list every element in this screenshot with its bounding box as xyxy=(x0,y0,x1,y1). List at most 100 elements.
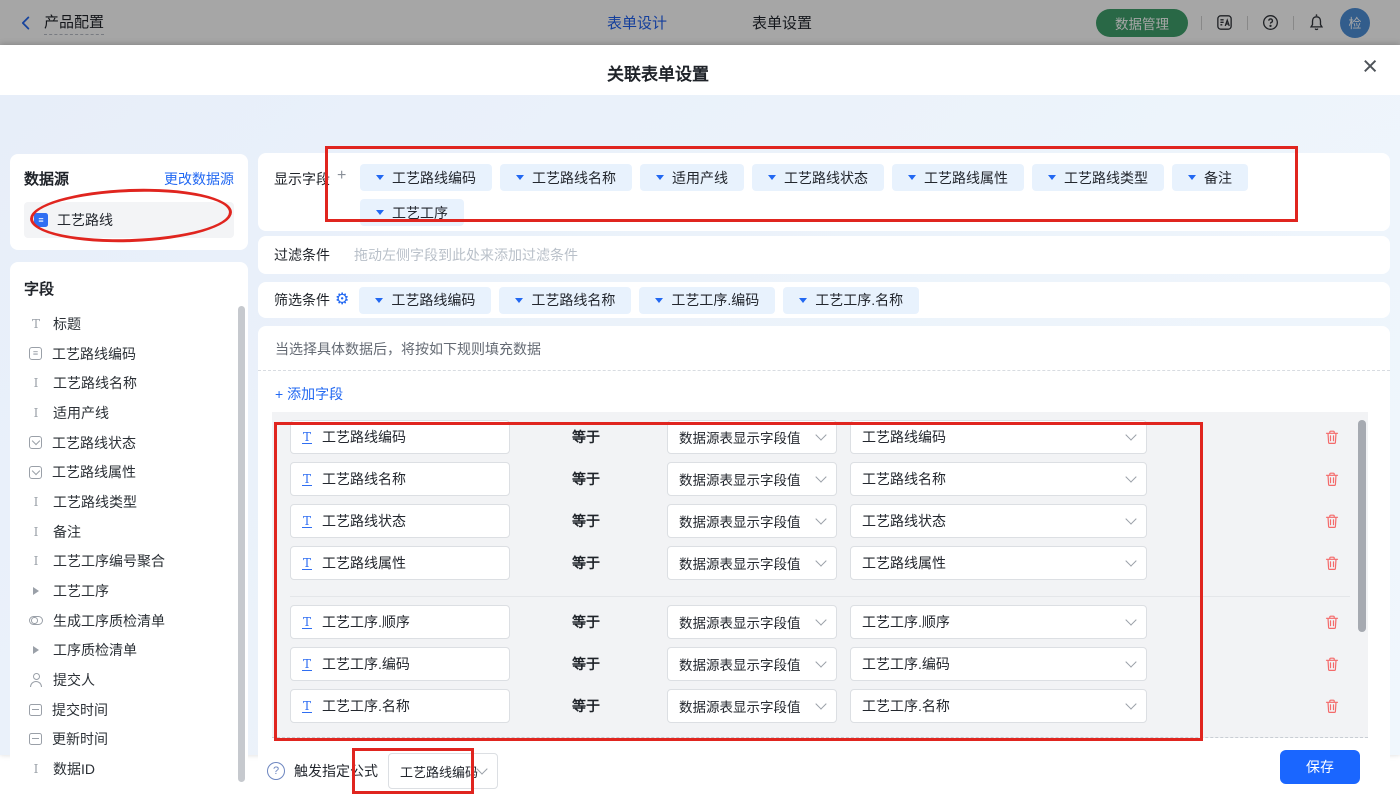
screening-field-tag[interactable]: 工艺工序.名称 xyxy=(783,286,920,314)
field-list-item[interactable]: 提交时间 xyxy=(24,695,248,725)
field-list-item[interactable]: 提交人 xyxy=(24,665,248,695)
rule-field-box[interactable]: 工艺路线名称 xyxy=(290,462,510,496)
datasource-item[interactable]: 工艺路线 xyxy=(24,202,234,238)
delete-rule-icon[interactable] xyxy=(1324,513,1340,529)
field-list-item[interactable]: 工艺路线编码 xyxy=(24,339,248,369)
help-circle-icon[interactable] xyxy=(267,762,285,780)
delete-rule-icon[interactable] xyxy=(1324,429,1340,445)
datasource-item-label: 工艺路线 xyxy=(57,212,113,228)
field-list-item[interactable]: 工艺路线状态 xyxy=(24,428,248,458)
rules-group-divider xyxy=(290,596,1350,597)
display-field-tag-label: 适用产线 xyxy=(672,169,728,186)
rule-target-select[interactable]: 工艺路线属性 xyxy=(850,546,1147,580)
caret-down-icon xyxy=(515,297,524,303)
display-field-tag[interactable]: 工艺路线状态 xyxy=(752,164,884,191)
field-list-item[interactable]: 更新时间 xyxy=(24,725,248,755)
field-list-item[interactable]: 工艺路线类型 xyxy=(24,487,248,517)
rule-field-box[interactable]: 工艺路线属性 xyxy=(290,546,510,580)
rule-field-box[interactable]: 工艺工序.顺序 xyxy=(290,605,510,639)
trigger-formula-select[interactable]: 工艺路线编码 xyxy=(388,753,498,789)
field-list-item-label: 工艺路线状态 xyxy=(52,434,136,451)
display-field-tag[interactable]: 适用产线 xyxy=(640,164,744,191)
rule-source-select[interactable]: 数据源表显示字段值 xyxy=(667,647,837,681)
field-list-item[interactable]: 数据ID xyxy=(24,754,248,784)
datasource-title: 数据源 xyxy=(24,171,70,188)
rule-target-value: 工艺工序.编码 xyxy=(862,656,950,672)
field-type-icon xyxy=(29,584,43,598)
chevron-down-icon xyxy=(815,614,827,626)
rule-source-select[interactable]: 数据源表显示字段值 xyxy=(667,420,837,454)
field-list-item[interactable]: 工序质检清单 xyxy=(24,636,248,666)
rule-source-select[interactable]: 数据源表显示字段值 xyxy=(667,605,837,639)
delete-rule-icon[interactable] xyxy=(1324,555,1340,571)
fields-title: 字段 xyxy=(24,281,55,298)
filter-conditions-card[interactable]: 过滤条件 拖动左侧字段到此处来添加过滤条件 xyxy=(258,236,1390,274)
delete-rule-icon[interactable] xyxy=(1324,698,1340,714)
screening-field-tag[interactable]: 工艺路线名称 xyxy=(499,286,632,314)
save-button[interactable]: 保存 xyxy=(1280,750,1360,784)
delete-rule-icon[interactable] xyxy=(1324,614,1340,630)
display-field-tag[interactable]: 工艺路线属性 xyxy=(892,164,1024,191)
field-list-item[interactable]: 工艺工序编号聚合 xyxy=(24,547,248,577)
rule-target-select[interactable]: 工艺工序.名称 xyxy=(850,689,1147,723)
display-field-tag[interactable]: 工艺路线类型 xyxy=(1032,164,1164,191)
rule-target-select[interactable]: 工艺路线状态 xyxy=(850,504,1147,538)
display-field-tag-label: 工艺路线名称 xyxy=(532,169,616,186)
display-field-tag[interactable]: 工艺路线编码 xyxy=(360,164,492,191)
rules-scrollbar[interactable] xyxy=(1358,420,1366,632)
chevron-down-icon xyxy=(1125,429,1137,441)
add-field-link[interactable]: + 添加字段 xyxy=(275,384,343,404)
gear-icon[interactable] xyxy=(335,292,349,308)
display-field-tag[interactable]: 工艺工序 xyxy=(360,199,464,226)
rule-source-select[interactable]: 数据源表显示字段值 xyxy=(667,504,837,538)
rule-source-select[interactable]: 数据源表显示字段值 xyxy=(667,546,837,580)
delete-rule-icon[interactable] xyxy=(1324,656,1340,672)
rule-field-box[interactable]: 工艺工序.名称 xyxy=(290,689,510,723)
screening-field-tag[interactable]: 工艺路线编码 xyxy=(359,286,492,314)
display-field-tag-label: 工艺路线类型 xyxy=(1064,169,1148,186)
text-field-icon xyxy=(302,700,313,713)
chevron-down-icon xyxy=(1125,656,1137,668)
rule-operator: 等于 xyxy=(572,614,600,630)
rule-source-select[interactable]: 数据源表显示字段值 xyxy=(667,689,837,723)
display-field-tag[interactable]: 备注 xyxy=(1172,164,1248,191)
field-list-item[interactable]: 工艺路线名称 xyxy=(24,368,248,398)
display-field-tag-label: 工艺工序 xyxy=(392,204,448,221)
field-list-item-label: 提交时间 xyxy=(52,701,108,718)
field-list-item-label: 工艺路线名称 xyxy=(53,375,137,392)
delete-rule-icon[interactable] xyxy=(1324,471,1340,487)
change-datasource-link[interactable]: 更改数据源 xyxy=(164,169,234,189)
rule-field-box[interactable]: 工艺路线状态 xyxy=(290,504,510,538)
text-field-icon xyxy=(302,616,313,629)
field-list-item[interactable]: 适用产线 xyxy=(24,398,248,428)
field-list-item-label: 适用产线 xyxy=(53,404,109,421)
rule-target-select[interactable]: 工艺工序.编码 xyxy=(850,647,1147,681)
rule-operator: 等于 xyxy=(572,656,600,672)
field-type-icon xyxy=(29,465,42,479)
rule-source-select[interactable]: 数据源表显示字段值 xyxy=(667,462,837,496)
rule-target-select[interactable]: 工艺工序.顺序 xyxy=(850,605,1147,639)
chevron-down-icon xyxy=(815,429,827,441)
rule-field-label: 工艺工序.顺序 xyxy=(322,614,410,630)
rule-target-select[interactable]: 工艺路线编码 xyxy=(850,420,1147,454)
field-list-item[interactable]: 标题 xyxy=(24,309,248,339)
chevron-down-icon xyxy=(1125,614,1137,626)
field-list-item[interactable]: 生成工序质检清单 xyxy=(24,606,248,636)
screening-field-tag[interactable]: 工艺工序.编码 xyxy=(639,286,776,314)
field-list-item[interactable]: 工艺工序 xyxy=(24,576,248,606)
rule-field-box[interactable]: 工艺工序.编码 xyxy=(290,647,510,681)
rule-field-box[interactable]: 工艺路线编码 xyxy=(290,420,510,454)
display-field-tag[interactable]: 工艺路线名称 xyxy=(500,164,632,191)
trigger-formula-value: 工艺路线编码 xyxy=(400,764,479,780)
add-display-field-icon[interactable] xyxy=(337,169,346,183)
rule-operator: 等于 xyxy=(572,429,600,445)
close-icon[interactable] xyxy=(1362,53,1378,80)
fill-rules-card: 当选择具体数据后，将按如下规则填充数据 + 添加字段 工艺路线编码 等于 xyxy=(258,326,1390,795)
screening-conditions-label: 筛选条件 xyxy=(274,292,330,308)
field-list-item[interactable]: 备注 xyxy=(24,517,248,547)
field-list-item-label: 生成工序质检清单 xyxy=(53,612,165,629)
text-field-icon xyxy=(302,557,313,570)
rule-target-select[interactable]: 工艺路线名称 xyxy=(850,462,1147,496)
field-list-item[interactable]: 工艺路线属性 xyxy=(24,457,248,487)
sidebar-scrollbar[interactable] xyxy=(238,306,245,782)
